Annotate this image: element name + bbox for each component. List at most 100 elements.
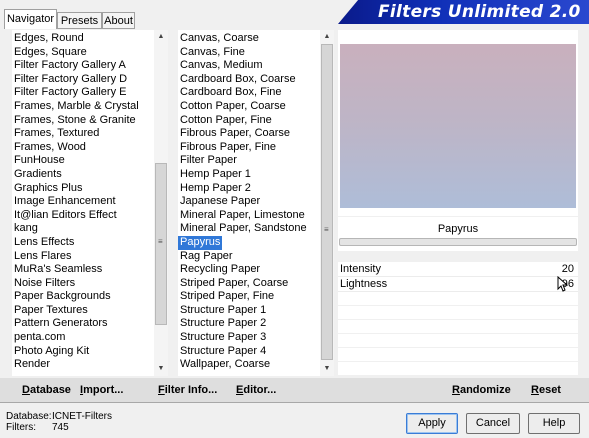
list-item[interactable]: FunHouse (12, 154, 154, 168)
filter-list-pane: Canvas, Coarse Canvas, Fine Canvas, Medium… (178, 30, 334, 376)
list-item[interactable]: Gradients (12, 168, 154, 182)
help-button[interactable]: Help (528, 413, 580, 434)
filters-count: 745 (52, 422, 69, 433)
scroll-down-icon[interactable]: ▼ (322, 364, 332, 374)
filter-scroll-thumb[interactable]: ≡ (321, 44, 333, 360)
list-item[interactable]: Filter Factory Gallery A (12, 59, 154, 73)
apply-button[interactable]: Apply (406, 413, 458, 434)
list-item[interactable]: Paper Textures (12, 304, 154, 318)
list-item[interactable]: Cardboard Box, Fine (178, 86, 320, 100)
list-item-label: Striped Paper, Coarse (180, 276, 289, 289)
list-item-label: Mineral Paper, Sandstone (180, 222, 307, 235)
list-item-label: Papyrus (178, 235, 223, 250)
list-item[interactable]: Frames, Marble & Crystal (12, 100, 154, 114)
list-item[interactable]: Hemp Paper 2 (178, 182, 320, 196)
editor-button[interactable]: Editor... (236, 384, 276, 396)
list-item[interactable]: kang (12, 222, 154, 236)
category-scroll-thumb[interactable]: ≡ (155, 163, 167, 325)
scroll-up-icon[interactable]: ▲ (156, 32, 166, 42)
list-item[interactable]: Rag Paper (178, 250, 320, 264)
param-row-intensity[interactable]: Intensity 20 (338, 262, 578, 277)
cancel-button[interactable]: Cancel (466, 413, 520, 434)
param-row-lightness[interactable]: Lightness 96 (338, 277, 578, 292)
list-item[interactable]: Canvas, Fine (178, 46, 320, 60)
list-item[interactable]: Lens Effects (12, 236, 154, 250)
category-scrollbar[interactable]: ▲ ≡ ▼ (154, 30, 168, 376)
import-button[interactable]: Import... (80, 384, 123, 396)
list-item[interactable]: Striped Paper, Coarse (178, 277, 320, 291)
list-item[interactable]: Mineral Paper, Limestone (178, 209, 320, 223)
list-item[interactable]: Filter Factory Gallery D (12, 73, 154, 87)
action-bar: Database Import... Filter Info... Editor… (0, 378, 589, 402)
list-item[interactable]: Image Enhancement (12, 195, 154, 209)
list-item-label: Wallpaper, Coarse (180, 358, 271, 371)
list-item-label: Cardboard Box, Fine (180, 86, 282, 99)
list-item-label: Filter Factory Gallery D (14, 72, 128, 85)
list-item[interactable]: Japanese Paper (178, 195, 320, 209)
list-item-label: Frames, Marble & Crystal (14, 99, 139, 112)
list-item[interactable]: Structure Paper 3 (178, 331, 320, 345)
empty-param-row (338, 348, 578, 362)
list-item[interactable]: Filter Factory Gallery E (12, 86, 154, 100)
list-item[interactable]: Structure Paper 4 (178, 345, 320, 359)
list-item[interactable]: Paper Backgrounds (12, 290, 154, 304)
list-item-label: Frames, Stone & Granite (14, 113, 136, 126)
list-item[interactable]: Structure Paper 2 (178, 317, 320, 331)
list-item-label: Hemp Paper 2 (180, 181, 251, 194)
list-item-label: Gradients (14, 167, 62, 180)
list-item[interactable]: Cotton Paper, Coarse (178, 100, 320, 114)
list-item[interactable]: Filter Paper (178, 154, 320, 168)
list-item[interactable]: Edges, Square (12, 46, 154, 60)
list-item-label: Frames, Textured (14, 127, 100, 140)
list-item[interactable]: Hemp Paper 1 (178, 168, 320, 182)
category-list[interactable]: Edges, Round Edges, Square Filter Factory … (12, 32, 154, 372)
list-item[interactable]: Lens Flares (12, 250, 154, 264)
list-item[interactable]: It@lian Editors Effect (12, 209, 154, 223)
tab-navigator[interactable]: Navigator (4, 9, 57, 29)
list-item[interactable]: Photo Aging Kit (12, 345, 154, 359)
list-item[interactable]: Fibrous Paper, Coarse (178, 127, 320, 141)
list-item[interactable]: Frames, Textured (12, 127, 154, 141)
filter-scrollbar[interactable]: ▲ ≡ ▼ (320, 30, 334, 376)
list-item[interactable]: Fibrous Paper, Fine (178, 141, 320, 155)
list-item[interactable]: Wallpaper, Coarse (178, 358, 320, 372)
list-item[interactable]: Cardboard Box, Coarse (178, 73, 320, 87)
list-item[interactable]: Striped Paper, Fine (178, 290, 320, 304)
list-item[interactable]: Papyrus (178, 235, 320, 250)
list-item[interactable]: Mineral Paper, Sandstone (178, 222, 320, 236)
list-item[interactable]: Edges, Round (12, 32, 154, 46)
tab-about[interactable]: About (102, 12, 135, 28)
list-item-label: Filter Paper (180, 154, 237, 167)
list-item[interactable]: Frames, Stone & Granite (12, 114, 154, 128)
list-item-label: Structure Paper 4 (180, 344, 267, 357)
list-item-label: Lens Flares (14, 249, 72, 262)
list-item[interactable]: Structure Paper 1 (178, 304, 320, 318)
scroll-down-icon[interactable]: ▼ (156, 364, 166, 374)
list-item[interactable]: penta.com (12, 331, 154, 345)
list-item-label: Structure Paper 3 (180, 331, 267, 344)
param-value[interactable]: 20 (562, 262, 574, 276)
list-item[interactable]: Canvas, Medium (178, 59, 320, 73)
list-item-label: Photo Aging Kit (14, 344, 90, 357)
filter-info-button[interactable]: Filter Info... (158, 384, 217, 396)
list-item[interactable]: Pattern Generators (12, 317, 154, 331)
list-item[interactable]: Recycling Paper (178, 263, 320, 277)
list-item[interactable]: MuRa's Seamless (12, 263, 154, 277)
list-item[interactable]: Cotton Paper, Fine (178, 114, 320, 128)
list-item-label: Structure Paper 2 (180, 317, 267, 330)
list-item[interactable]: Canvas, Coarse (178, 32, 320, 46)
database-button[interactable]: Database (22, 384, 71, 396)
list-item[interactable]: Render (12, 358, 154, 372)
randomize-button[interactable]: Randomize (452, 384, 511, 396)
list-item[interactable]: Frames, Wood (12, 141, 154, 155)
list-item-label: Filter Factory Gallery A (14, 59, 126, 72)
scroll-up-icon[interactable]: ▲ (322, 32, 332, 42)
empty-param-row (338, 362, 578, 376)
filter-list[interactable]: Canvas, Coarse Canvas, Fine Canvas, Medium… (178, 32, 320, 372)
tab-presets[interactable]: Presets (57, 12, 102, 28)
reset-button[interactable]: Reset (531, 384, 561, 396)
divider (0, 402, 589, 403)
list-item[interactable]: Graphics Plus (12, 182, 154, 196)
list-item-label: Fibrous Paper, Fine (180, 140, 276, 153)
list-item[interactable]: Noise Filters (12, 277, 154, 291)
